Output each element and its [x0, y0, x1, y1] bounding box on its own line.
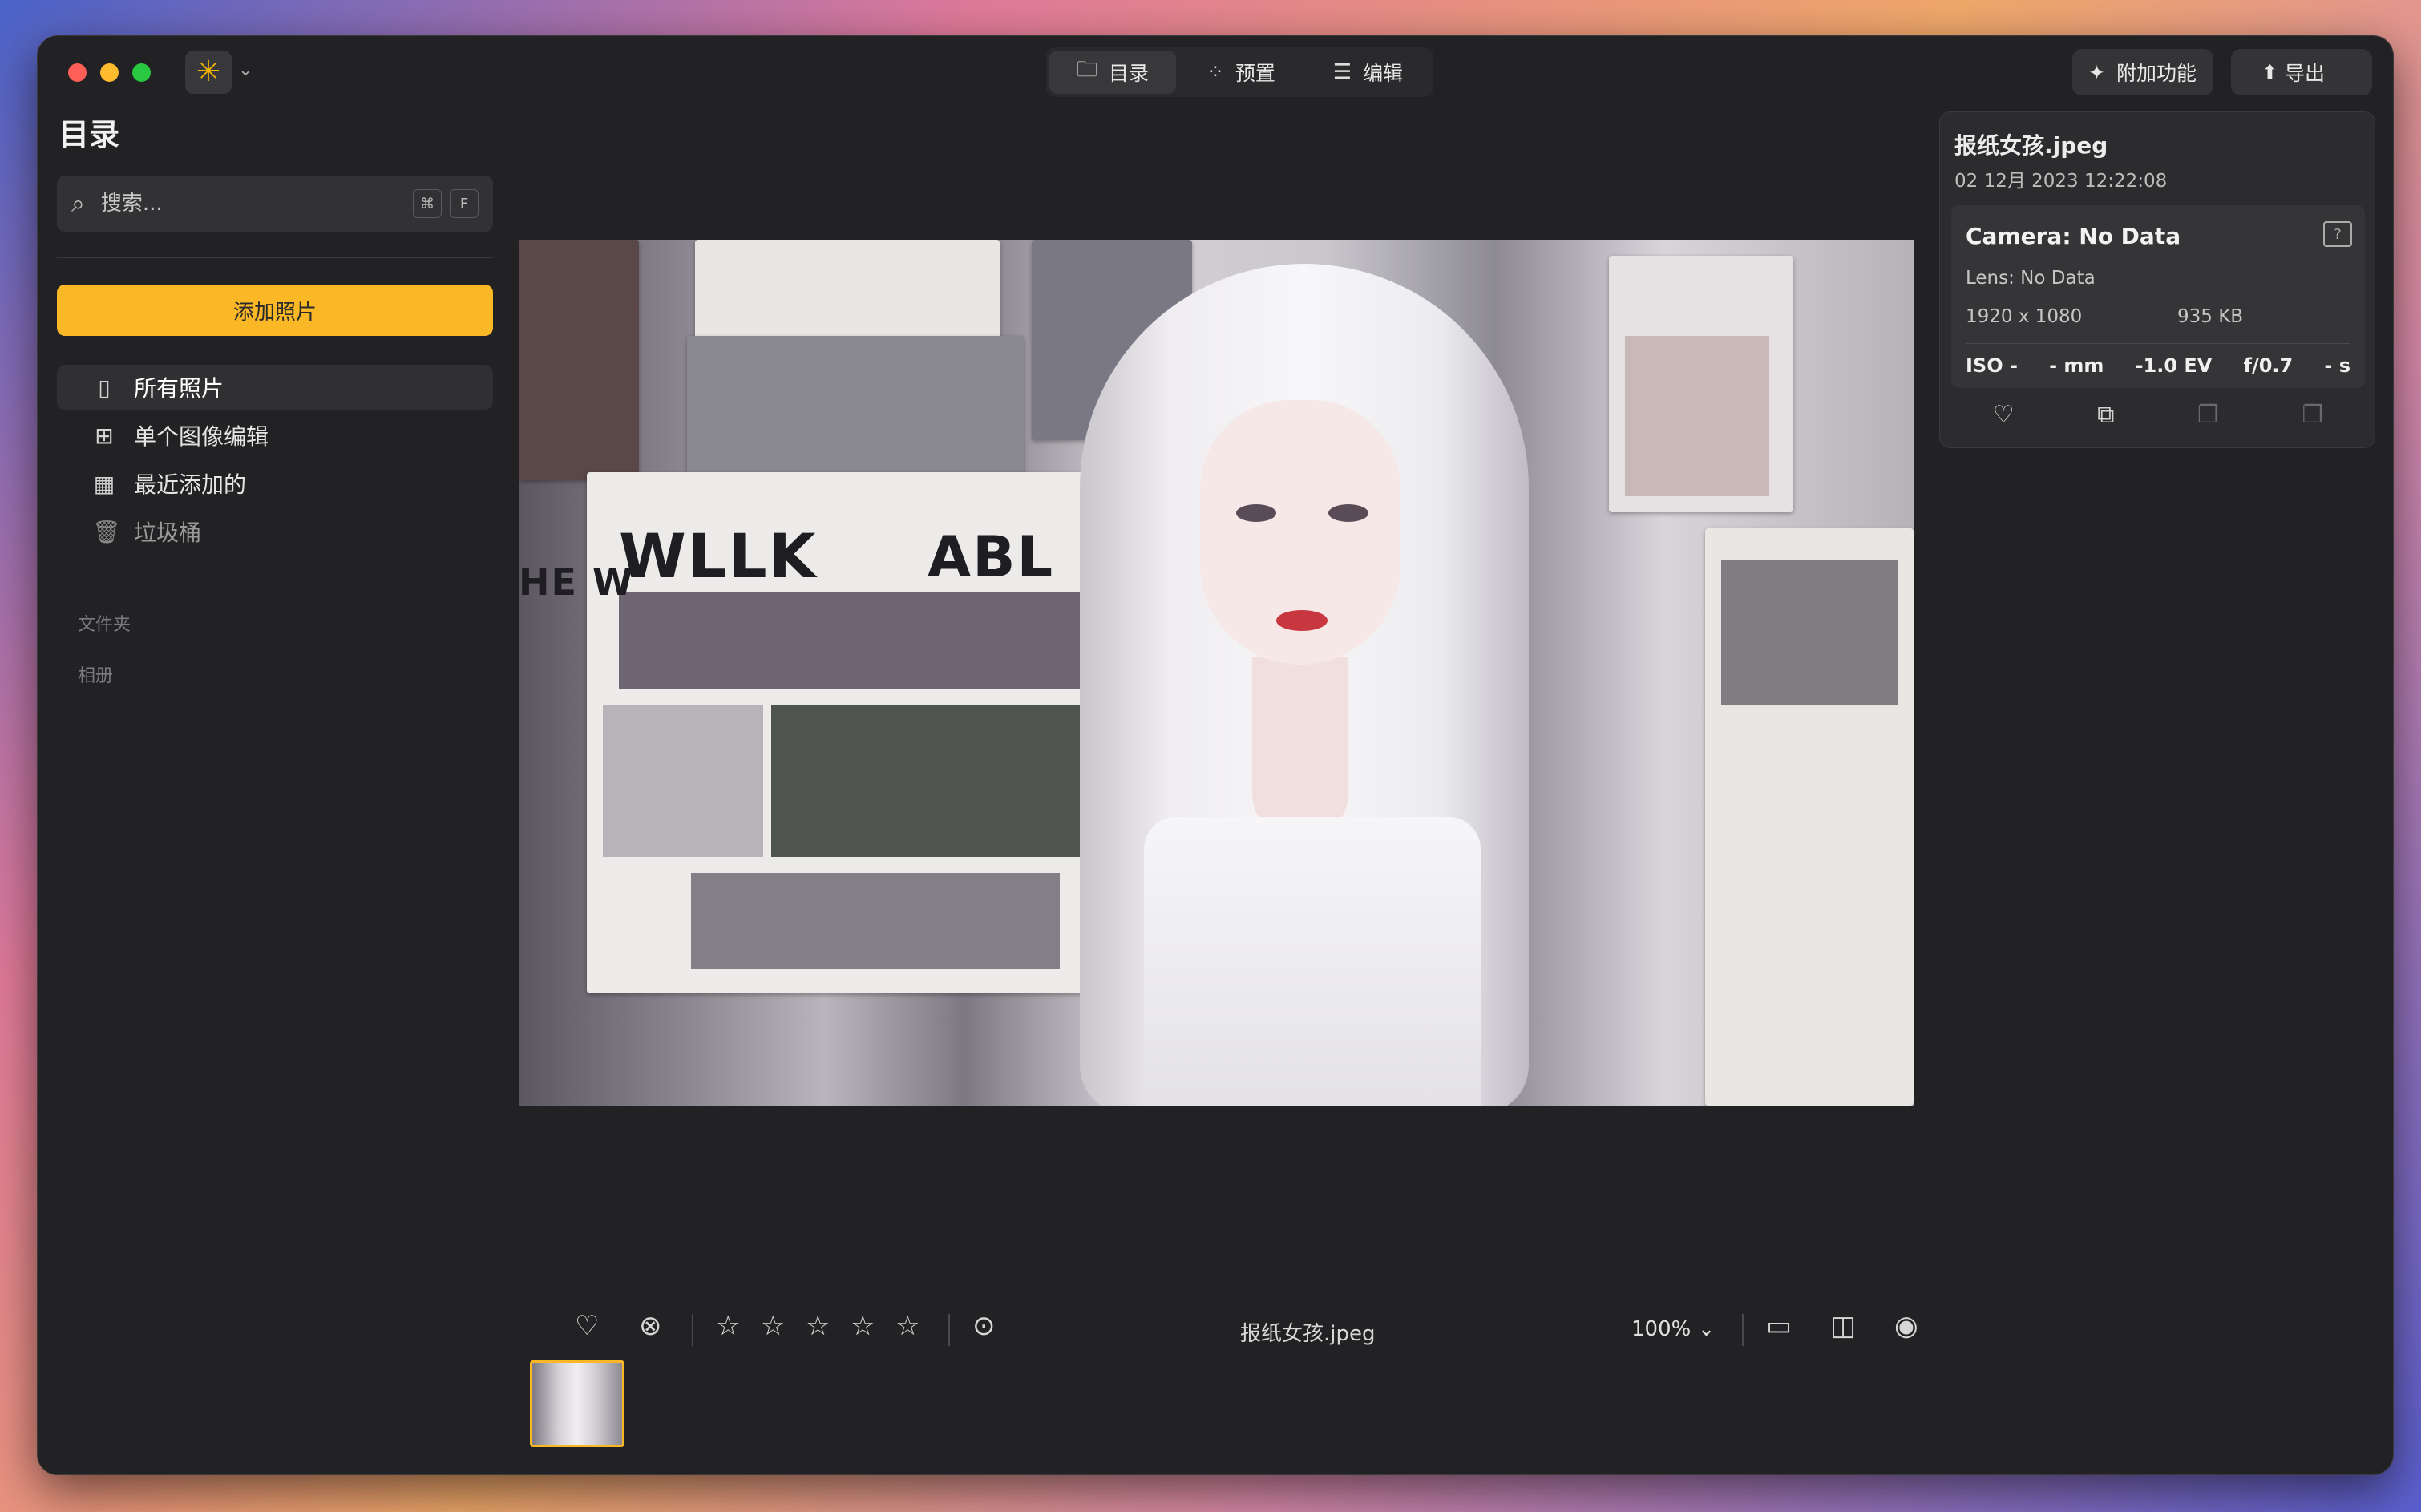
sidebar-item-label: 所有照片	[134, 375, 224, 402]
newspaper-clipping	[687, 336, 1024, 480]
minimize-window-button[interactable]	[100, 63, 119, 82]
export-button[interactable]: ⬆ 导出	[2231, 49, 2372, 95]
reject-icon[interactable]: ⊗	[639, 1312, 662, 1340]
toolbar-divider	[1742, 1314, 1744, 1346]
compare-split-icon[interactable]: ◫	[1830, 1312, 1856, 1340]
tab-edit[interactable]: ☰ 编辑	[1306, 51, 1430, 94]
subject-eye	[1328, 504, 1368, 522]
lens-model: Lens: No Data	[1966, 268, 2096, 289]
calendar-icon: ▦	[93, 470, 115, 497]
exif-focal-length: - mm	[2049, 354, 2104, 377]
chevron-down-icon[interactable]: ⌄	[238, 60, 253, 80]
sidebar-item-label: 单个图像编辑	[134, 423, 269, 450]
newspaper-headline: WLLK	[619, 520, 818, 592]
tab-presets-label: 预置	[1235, 62, 1275, 85]
section-folders[interactable]: 文件夹	[78, 610, 131, 636]
star-1-icon[interactable]: ☆	[716, 1312, 740, 1340]
eye-icon[interactable]: ◉	[1894, 1312, 1918, 1340]
zoom-value: 100%	[1631, 1317, 1691, 1341]
export-label: 导出	[2284, 62, 2325, 85]
exif-iso: ISO -	[1966, 354, 2018, 377]
app-menu-button[interactable]: ✳	[185, 51, 232, 94]
camera-model: Camera: No Data	[1966, 223, 2181, 249]
close-window-button[interactable]	[68, 63, 87, 82]
tab-catalog-label: 目录	[1109, 62, 1150, 85]
subject-lips	[1276, 610, 1328, 631]
addons-button[interactable]: ✦ 附加功能	[2072, 49, 2213, 95]
grid-icon: ⊞	[95, 422, 114, 449]
more-options-icon[interactable]: ⊙	[972, 1312, 996, 1340]
subject-neck	[1252, 657, 1348, 841]
bottom-toolbar: ♡ ⊗ ☆ ☆ ☆ ☆ ☆ ⊙ 报纸女孩.jpeg 100% ⌄ ▭ ◫ ◉	[519, 1303, 1930, 1359]
sliders-icon: ☰	[1332, 60, 1352, 84]
tab-catalog[interactable]: 🗀 目录	[1049, 51, 1177, 94]
photo-info-panel: 报纸女孩.jpeg 02 12月 2023 12:22:08 Camera: N…	[1939, 111, 2375, 448]
sidebar-item-label: 垃圾桶	[134, 519, 202, 546]
newspaper-clipping	[1609, 256, 1793, 512]
zoom-window-button[interactable]	[132, 63, 151, 82]
newspaper-headline: HE W	[519, 560, 635, 604]
sidebar-item-label: 最近添加的	[134, 471, 247, 498]
magic-wand-icon: ⁘	[1206, 60, 1224, 84]
favorite-heart-icon[interactable]: ♡	[575, 1312, 599, 1340]
main-photo[interactable]: WLLK ABL BFIAEE HE W	[519, 240, 1914, 1106]
star-4-icon[interactable]: ☆	[851, 1312, 875, 1340]
subject-dress	[1144, 817, 1481, 1106]
add-photos-button[interactable]: 添加照片	[57, 285, 493, 336]
subject-eye	[1236, 504, 1276, 522]
tab-edit-label: 编辑	[1363, 62, 1404, 85]
folder-icon: 🗀	[1077, 58, 1098, 82]
star-5-icon[interactable]: ☆	[895, 1312, 919, 1340]
app-window: ✳ ⌄ 🗀 目录 ⁘ 预置 ☰ 编辑 ✦ 附加功能 ⬆ 导出 目录 ⌕ ⌘ F …	[37, 35, 2394, 1475]
duplicate-icon[interactable]: ❐	[2302, 401, 2323, 429]
question-icon[interactable]: ?	[2323, 221, 2352, 247]
search-box[interactable]: ⌕ ⌘ F	[57, 176, 493, 232]
exif-shutter: - s	[2324, 354, 2350, 377]
toolbar-divider	[948, 1314, 950, 1346]
shortcut-f-key: F	[450, 189, 479, 218]
zoom-select[interactable]: 100% ⌄	[1631, 1317, 1715, 1341]
exif-exposure: -1.0 EV	[2135, 354, 2213, 377]
sparkle-icon: ✦	[2088, 60, 2105, 84]
sidebar-item-all-photos[interactable]: ▯ 所有照片	[57, 365, 493, 410]
exif-divider	[1966, 343, 2350, 344]
resolution: 1920 x 1080	[1966, 306, 2083, 327]
heart-icon[interactable]: ♡	[1993, 401, 2015, 429]
search-input[interactable]	[99, 191, 405, 216]
trash-icon: 🗑	[92, 518, 121, 545]
tab-presets[interactable]: ⁘ 预置	[1179, 51, 1303, 94]
sparkle-logo-icon: ✳	[196, 55, 221, 88]
exif-row: ISO - - mm -1.0 EV f/0.7 - s	[1966, 354, 2350, 377]
top-navigation: 🗀 目录 ⁘ 预置 ☰ 编辑	[1046, 47, 1434, 97]
star-3-icon[interactable]: ☆	[806, 1312, 830, 1340]
addons-label: 附加功能	[2116, 62, 2197, 85]
window-controls	[68, 63, 151, 82]
sidebar-item-single-edit[interactable]: ⊞ 单个图像编辑	[57, 413, 493, 458]
newspaper-clipping	[1705, 528, 1914, 1106]
info-actions: ♡ ⧉ ❐ ❐	[1951, 401, 2365, 429]
exif-card: Camera: No Data ? Lens: No Data 1920 x 1…	[1951, 205, 2365, 388]
newspaper-clipping	[519, 240, 639, 480]
upload-icon: ⬆	[2261, 60, 2278, 84]
file-size: 935 KB	[2177, 306, 2244, 327]
copy-icon[interactable]: ❐	[2197, 401, 2219, 429]
exif-aperture: f/0.7	[2243, 354, 2294, 377]
current-filename: 报纸女孩.jpeg	[1240, 1322, 1376, 1346]
sidebar-item-trash[interactable]: 🗑 垃圾桶	[57, 509, 493, 554]
rotate-icon[interactable]: ⧉	[2097, 401, 2114, 429]
search-icon: ⌕	[71, 189, 85, 218]
photos-icon: ▯	[98, 374, 111, 401]
info-date: 02 12月 2023 12:22:08	[1954, 171, 2168, 192]
sidebar-divider	[57, 257, 493, 258]
filmstrip-thumbnail[interactable]	[530, 1360, 624, 1447]
toolbar-divider	[692, 1314, 693, 1346]
section-albums[interactable]: 相册	[78, 661, 113, 687]
info-filename: 报纸女孩.jpeg	[1954, 132, 2108, 159]
filmstrip-icon[interactable]: ▭	[1766, 1312, 1792, 1340]
shortcut-command-key: ⌘	[413, 189, 442, 218]
star-2-icon[interactable]: ☆	[761, 1312, 785, 1340]
sidebar-item-recent[interactable]: ▦ 最近添加的	[57, 461, 493, 506]
sidebar-title: 目录	[59, 117, 120, 152]
